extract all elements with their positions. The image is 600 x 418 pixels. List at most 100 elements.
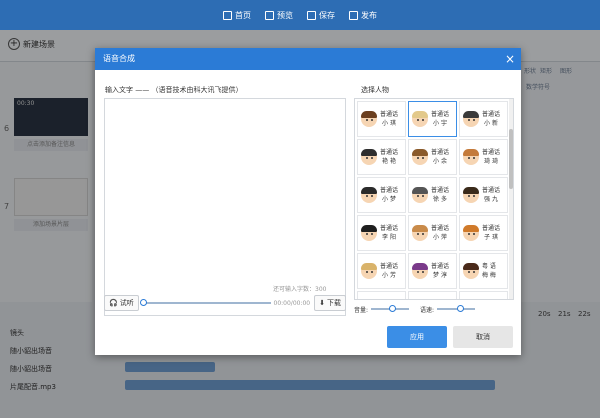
voice-text: 普通话琦 琦 (482, 148, 500, 166)
voice-grid: 普通话小 琪普通话小 宇普通话小 新普通话艳 艳普通话小 余普通话琦 琦普通话小… (354, 98, 514, 300)
voice-option[interactable]: 粤 语 (408, 291, 457, 299)
voice-name: 强 九 (484, 196, 498, 203)
avatar-icon (361, 111, 377, 127)
avatar-icon (463, 111, 479, 127)
toolbar-label: 首页 (235, 10, 251, 20)
scrollbar[interactable] (509, 99, 513, 299)
volume-label: 音量: (354, 306, 369, 314)
voice-text: 普通话小 新 (482, 110, 500, 128)
audition-button[interactable]: 🎧 试听 (104, 295, 139, 311)
voice-name: 小 梦 (382, 196, 396, 203)
voice-option[interactable]: 普通话李 阳 (357, 215, 406, 251)
preview-icon (265, 10, 274, 20)
apply-button[interactable]: 应用 (387, 326, 447, 348)
voice-language: 普通话 (431, 263, 450, 270)
voice-name: 小 芳 (382, 272, 396, 279)
voice-option[interactable]: 普通话琦 琦 (459, 139, 508, 175)
voice-language: 普通话 (482, 149, 501, 156)
voice-option[interactable]: 普通话小 新 (459, 101, 508, 137)
voice-text: 普通话梦 淳 (431, 262, 449, 280)
scrollbar-thumb[interactable] (509, 129, 513, 189)
voice-option[interactable]: 普通话强 九 (459, 177, 508, 213)
toolbar-publish-button[interactable]: 发布 (349, 10, 377, 21)
publish-icon (349, 10, 358, 20)
voice-option[interactable]: 粤 语 (357, 291, 406, 299)
voice-text: 普通话李 阳 (380, 224, 398, 242)
voice-option[interactable]: 普通话子 琪 (459, 215, 508, 251)
voice-option[interactable]: 普通话徐 多 (408, 177, 457, 213)
voice-option[interactable]: 普通话小 琪 (357, 101, 406, 137)
voice-name: 小 余 (433, 158, 447, 165)
speech-synthesis-dialog: 语音合成 × 输入文字 —— （语音技术由科大讯飞提供） 还可输入字数：300 … (95, 48, 521, 355)
speed-slider[interactable] (437, 305, 476, 312)
avatar-icon (361, 149, 377, 165)
voice-option[interactable]: 普通话小 萍 (408, 215, 457, 251)
voice-language: 普通话 (482, 111, 501, 118)
avatar-icon (412, 187, 428, 203)
voice-text: 普通话小 余 (431, 148, 449, 166)
close-icon[interactable]: × (505, 52, 515, 66)
voice-language: 普通话 (431, 187, 450, 194)
voice-option[interactable]: 普通话梦 淳 (408, 253, 457, 289)
voice-language: 普通话 (380, 111, 399, 118)
toolbar-preview-button[interactable]: 预览 (265, 10, 293, 21)
top-toolbar: 首页 预览 保存 发布 (0, 0, 600, 30)
volume-slider[interactable] (371, 305, 410, 312)
voice-language: 普通话 (380, 187, 399, 194)
voice-option[interactable]: 童 声 (459, 291, 508, 299)
voice-language: 普通话 (431, 149, 450, 156)
voice-text: 普通话小 芳 (380, 262, 398, 280)
voice-text: 普通话小 萍 (431, 224, 449, 242)
voice-text: 普通话子 琪 (482, 224, 500, 242)
avatar-icon (463, 225, 479, 241)
time-display: 00:00/00:00 (273, 299, 311, 307)
voice-text: 普通话小 宇 (431, 110, 449, 128)
voice-text: 粤 语梅 梅 (482, 262, 496, 280)
voice-option[interactable]: 普通话小 宇 (408, 101, 457, 137)
char-count: 还可输入字数：300 (273, 286, 327, 293)
voice-language: 普通话 (431, 111, 450, 118)
playback-progress[interactable]: 00:00/00:00 (139, 295, 311, 311)
voice-text: 普通话艳 艳 (380, 148, 398, 166)
avatar-icon (412, 149, 428, 165)
voice-name: 梅 梅 (482, 272, 496, 279)
speed-knob[interactable] (456, 305, 464, 312)
download-label: 下载 (327, 300, 341, 307)
voice-name: 小 宇 (433, 120, 447, 127)
voice-option[interactable]: 普通话小 梦 (357, 177, 406, 213)
voice-option[interactable]: 普通话艳 艳 (357, 139, 406, 175)
download-button[interactable]: ⬇ 下载 (314, 295, 346, 311)
voice-name: 小 琪 (382, 120, 396, 127)
voice-option[interactable]: 粤 语梅 梅 (459, 253, 508, 289)
avatar-icon (412, 111, 428, 127)
voice-language: 粤 语 (482, 263, 496, 270)
avatar-icon (463, 187, 479, 203)
toolbar-label: 预览 (277, 10, 293, 20)
cancel-button[interactable]: 取消 (453, 326, 513, 348)
progress-track[interactable] (139, 299, 271, 306)
audio-controls: 🎧 试听 00:00/00:00 ⬇ 下载 (104, 294, 346, 312)
avatar-icon (412, 263, 428, 279)
voice-name: 小 萍 (433, 234, 447, 241)
voice-name: 李 阳 (382, 234, 396, 241)
toolbar-home-button[interactable]: 首页 (223, 10, 251, 21)
progress-knob[interactable] (139, 299, 147, 306)
audition-label: 试听 (119, 300, 134, 307)
voice-language: 普通话 (431, 225, 450, 232)
avatar-icon (361, 225, 377, 241)
voice-option[interactable]: 普通话小 芳 (357, 253, 406, 289)
voice-language: 普通话 (482, 225, 501, 232)
voice-option[interactable]: 普通话小 余 (408, 139, 457, 175)
voice-name: 梦 淳 (433, 272, 447, 279)
volume-knob[interactable] (388, 305, 396, 312)
dialog-title: 语音合成 (95, 48, 521, 70)
voice-text: 普通话小 梦 (380, 186, 398, 204)
toolbar-label: 发布 (361, 10, 377, 20)
voice-name: 子 琪 (484, 234, 498, 241)
voice-language: 普通话 (380, 225, 399, 232)
voice-name: 徐 多 (433, 196, 447, 203)
toolbar-save-button[interactable]: 保存 (307, 10, 335, 21)
voice-text: 普通话强 九 (482, 186, 500, 204)
toolbar-label: 保存 (319, 10, 335, 20)
voice-language: 普通话 (380, 263, 399, 270)
